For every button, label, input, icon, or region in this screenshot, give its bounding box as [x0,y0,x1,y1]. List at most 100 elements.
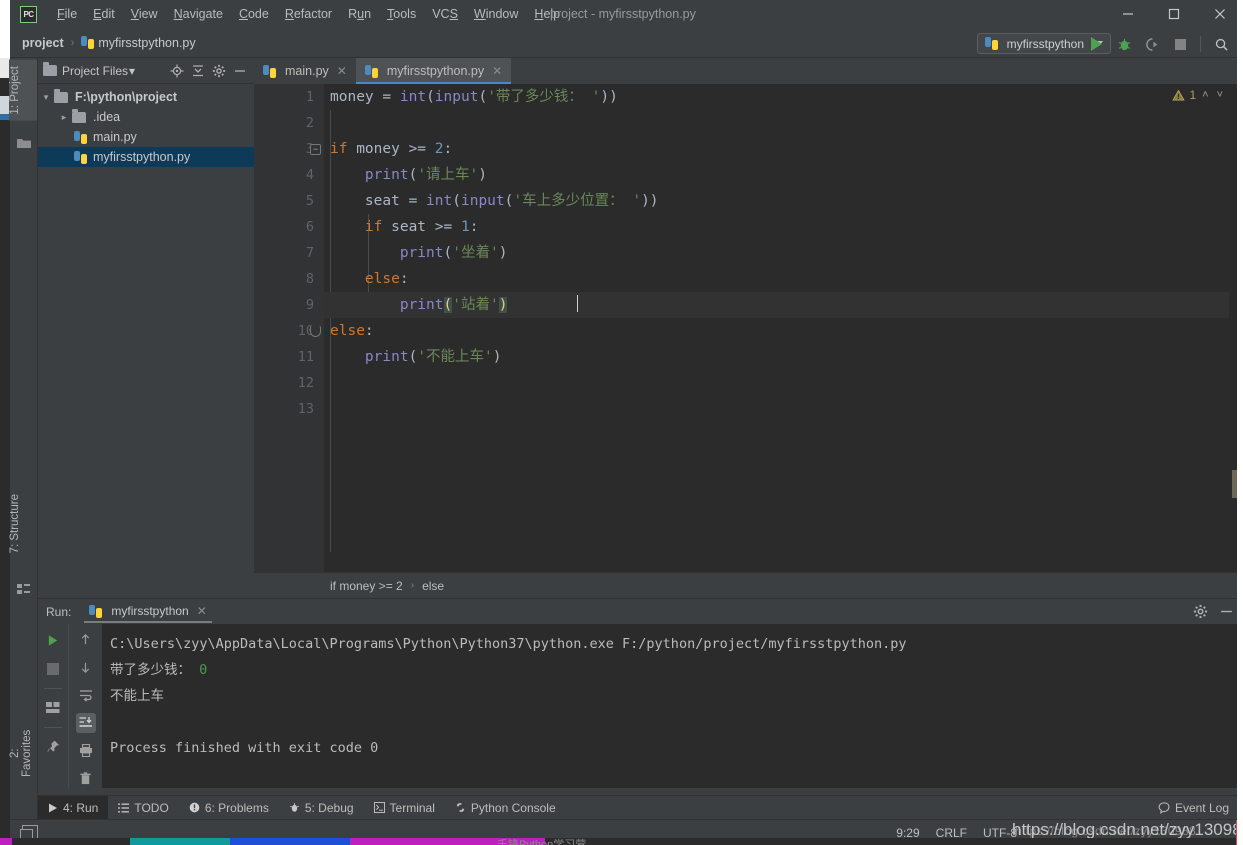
trash-icon[interactable] [76,768,96,788]
tree-node-project-root[interactable]: ▾ F:\python\project [38,87,254,107]
stop-icon[interactable] [43,659,63,679]
minimize-button[interactable] [1105,0,1151,28]
rerun-icon[interactable] [43,630,63,650]
sidebar-item-structure[interactable]: 7: Structure [9,488,37,559]
sidebar-item-project[interactable]: 1: Project [9,60,37,121]
project-panel-title[interactable]: Project Files [62,64,128,78]
code-fold-collapse-icon[interactable]: − [310,144,321,155]
collapse-all-icon[interactable] [189,62,207,80]
locate-icon[interactable] [168,62,186,80]
maximize-button[interactable] [1151,0,1197,28]
chevron-right-icon[interactable]: ▸ [56,112,72,123]
code-line-10[interactable]: else: [324,318,1243,344]
breadcrumb-file[interactable]: myfirsstpython.py [98,36,195,50]
chevron-down-icon[interactable]: ▾ [38,92,54,103]
bottom-tab-terminal[interactable]: Terminal [364,796,445,820]
bottom-tab-run[interactable]: 4: Run [38,795,109,820]
tree-node-idea[interactable]: ▸ .idea [38,107,254,127]
window-title: project - myfirsstpython.py [550,7,696,21]
scroll-to-end-icon[interactable] [75,713,96,733]
breadcrumb-else[interactable]: else [422,579,444,593]
chevron-up-icon[interactable]: ˄ [1200,89,1210,101]
hide-panel-icon[interactable] [231,62,249,80]
up-icon[interactable] [76,630,96,650]
gear-icon[interactable] [1191,603,1209,621]
menu-edit[interactable]: Edit [85,4,123,24]
structure-icon [17,582,31,596]
menu-code[interactable]: Code [231,4,277,24]
event-log-label: Event Log [1174,800,1229,815]
editor-tab-myfirsstpython-py[interactable]: myfirsstpython.py ✕ [355,58,512,84]
problems-icon [189,802,200,813]
bottom-tab-terminal-label: Terminal [389,800,435,815]
stop-icon[interactable] [1168,32,1192,56]
gear-icon[interactable] [210,62,228,80]
breadcrumb-if-money[interactable]: if money >= 2 [330,579,403,593]
code-line-3[interactable]: if money >= 2: [324,136,1243,162]
editor-tab-label: main.py [285,64,329,78]
code-line-5[interactable]: seat = int(input('车上多少位置： ')) [324,188,1243,214]
tree-node-label: main.py [93,130,137,144]
debug-icon[interactable] [1112,32,1136,56]
menu-view[interactable]: View [123,4,166,24]
code-line-8[interactable]: else: [324,266,1243,292]
code-fold-end-icon[interactable] [310,326,321,337]
editor-tab-main-py[interactable]: main.py ✕ [254,58,356,84]
code-line-6[interactable]: if seat >= 1: [324,214,1243,240]
editor-tab-label: myfirsstpython.py [386,64,485,78]
line-number: 12 [297,375,314,391]
soft-wrap-icon[interactable] [76,685,96,705]
layout-icon[interactable] [43,698,63,718]
menu-navigate[interactable]: Navigate [166,4,231,24]
coverage-icon[interactable] [1140,32,1164,56]
code-line-7[interactable]: print('坐着') [324,240,1243,266]
close-icon[interactable]: ✕ [197,604,207,618]
code-line-9[interactable]: print('站着') [324,292,1243,318]
menu-vcs[interactable]: VCS [424,4,466,24]
code-line-2[interactable] [324,110,1243,136]
code-line-11[interactable]: print('不能上车') [324,344,1243,370]
chevron-down-icon[interactable]: ▾ [129,64,135,78]
down-icon[interactable] [76,658,96,678]
python-console-icon [456,803,465,812]
menu-refactor[interactable]: Refactor [277,4,340,24]
code-editor[interactable]: 1 2 3 4 5 6 7 8 9 10 11 12 13 − money = … [254,84,1243,572]
sidebar-item-favorites[interactable]: 2: Favorites [9,718,37,788]
menu-file[interactable]: File [49,4,85,24]
warning-triangle-icon [1172,89,1186,101]
bottom-tab-python-console[interactable]: Python Console [445,796,566,820]
search-icon[interactable] [1209,32,1233,56]
code-line-12[interactable] [324,370,1243,396]
event-log-button[interactable]: Event Log [1158,801,1243,815]
pycharm-logo-icon: PC [20,5,37,23]
python-config-icon [984,37,998,50]
python-file-icon [263,64,276,78]
breadcrumb-project[interactable]: project [22,36,64,50]
tree-node-main-py[interactable]: main.py [38,127,254,147]
hide-panel-icon[interactable] [1217,603,1235,621]
code-line-4[interactable]: print('请上车') [324,162,1243,188]
print-icon[interactable] [76,741,96,761]
inspection-widget[interactable]: 1 ˄ ˅ [1172,88,1225,102]
close-icon[interactable]: ✕ [492,64,502,78]
pin-icon[interactable] [43,737,63,757]
run-icon[interactable] [1084,32,1108,56]
run-console-output[interactable]: C:\Users\zyy\AppData\Local\Programs\Pyth… [102,624,1243,788]
bottom-tab-todo[interactable]: TODO [108,796,178,820]
bottom-tab-debug[interactable]: 5: Debug [279,796,364,820]
code-lines[interactable]: money = int(input('带了多少钱： ')) if money >… [324,84,1243,572]
menu-run[interactable]: Run [340,4,379,24]
line-number: 1 [305,89,314,105]
close-icon[interactable]: ✕ [337,64,347,78]
bottom-tab-problems[interactable]: 6: Problems [179,796,279,820]
menu-tools[interactable]: Tools [379,4,424,24]
code-line-1[interactable]: money = int(input('带了多少钱： ')) [324,84,1243,110]
breadcrumb-separator: › [70,36,75,49]
run-tab-myfirsstpython[interactable]: myfirsstpython ✕ [81,601,214,623]
tree-node-myfirsstpython-py[interactable]: myfirsstpython.py [38,147,254,167]
bottom-tab-problems-label: 6: Problems [204,800,269,815]
chevron-down-icon[interactable]: ˅ [1215,89,1225,101]
menu-window[interactable]: Window [466,4,526,24]
taskbar-segment-2 [230,838,350,845]
code-line-13[interactable] [324,396,1243,422]
